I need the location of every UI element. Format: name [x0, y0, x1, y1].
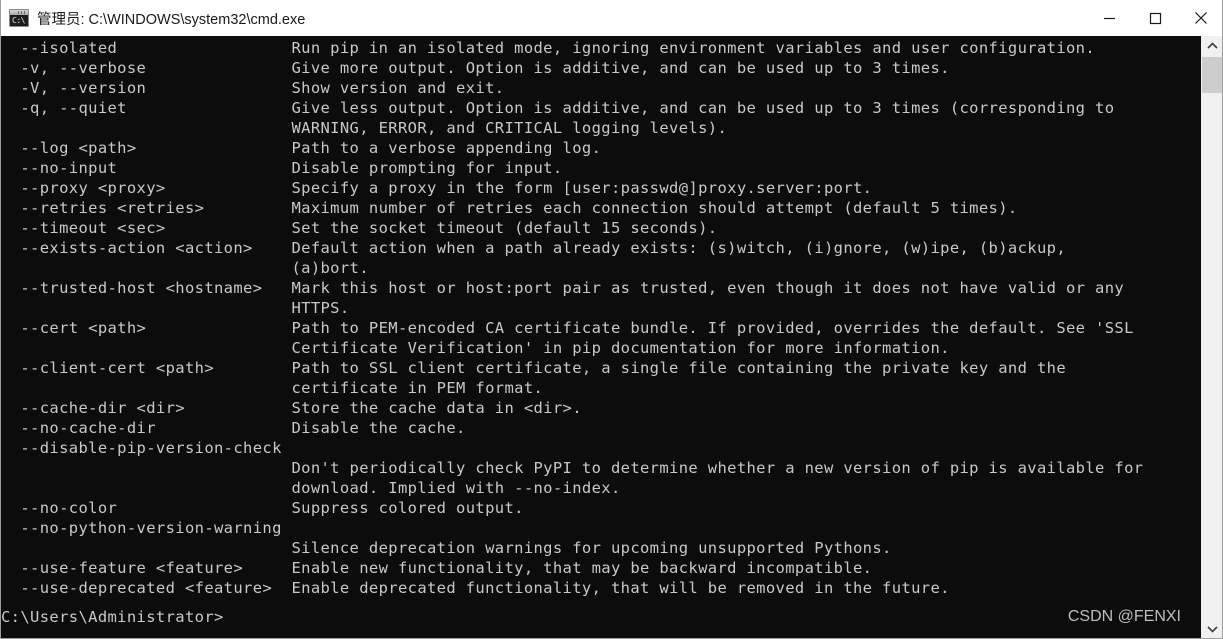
vertical-scrollbar[interactable] — [1201, 36, 1222, 638]
title-bar[interactable]: C:\ 管理员: C:\WINDOWS\system32\cmd.exe — [1, 0, 1222, 37]
prompt-text: C:\Users\Administrator> — [1, 608, 224, 626]
console-window: C:\ 管理员: C:\WINDOWS\system32\cmd.exe --i… — [0, 0, 1223, 639]
scrollbar-thumb[interactable] — [1202, 57, 1222, 93]
cmd-icon-prompt-glyph: C:\ — [12, 16, 25, 25]
chevron-down-icon — [1207, 625, 1218, 633]
minimize-button[interactable] — [1086, 0, 1132, 36]
text-cursor — [224, 609, 233, 625]
scroll-down-button[interactable] — [1202, 619, 1222, 638]
console-output-area[interactable]: --isolated Run pip in an isolated mode, … — [1, 36, 1203, 638]
scrollbar-track[interactable] — [1202, 93, 1222, 619]
chevron-up-icon — [1207, 41, 1218, 49]
close-button[interactable] — [1178, 0, 1222, 36]
title-bar-left: C:\ 管理员: C:\WINDOWS\system32\cmd.exe — [1, 8, 1086, 29]
watermark-label: CSDN @FENXI — [1067, 608, 1181, 625]
maximize-button[interactable] — [1132, 0, 1178, 36]
command-prompt-line[interactable]: C:\Users\Administrator> — [1, 607, 233, 627]
close-icon — [1195, 12, 1207, 24]
pip-help-output: --isolated Run pip in an isolated mode, … — [20, 39, 1144, 597]
cmd-console-icon: C:\ — [9, 9, 29, 27]
maximize-icon — [1149, 12, 1161, 24]
window-title: 管理员: C:\WINDOWS\system32\cmd.exe — [37, 11, 306, 28]
window-controls — [1086, 0, 1222, 36]
scroll-up-button[interactable] — [1202, 36, 1222, 55]
minimize-icon — [1103, 17, 1115, 19]
